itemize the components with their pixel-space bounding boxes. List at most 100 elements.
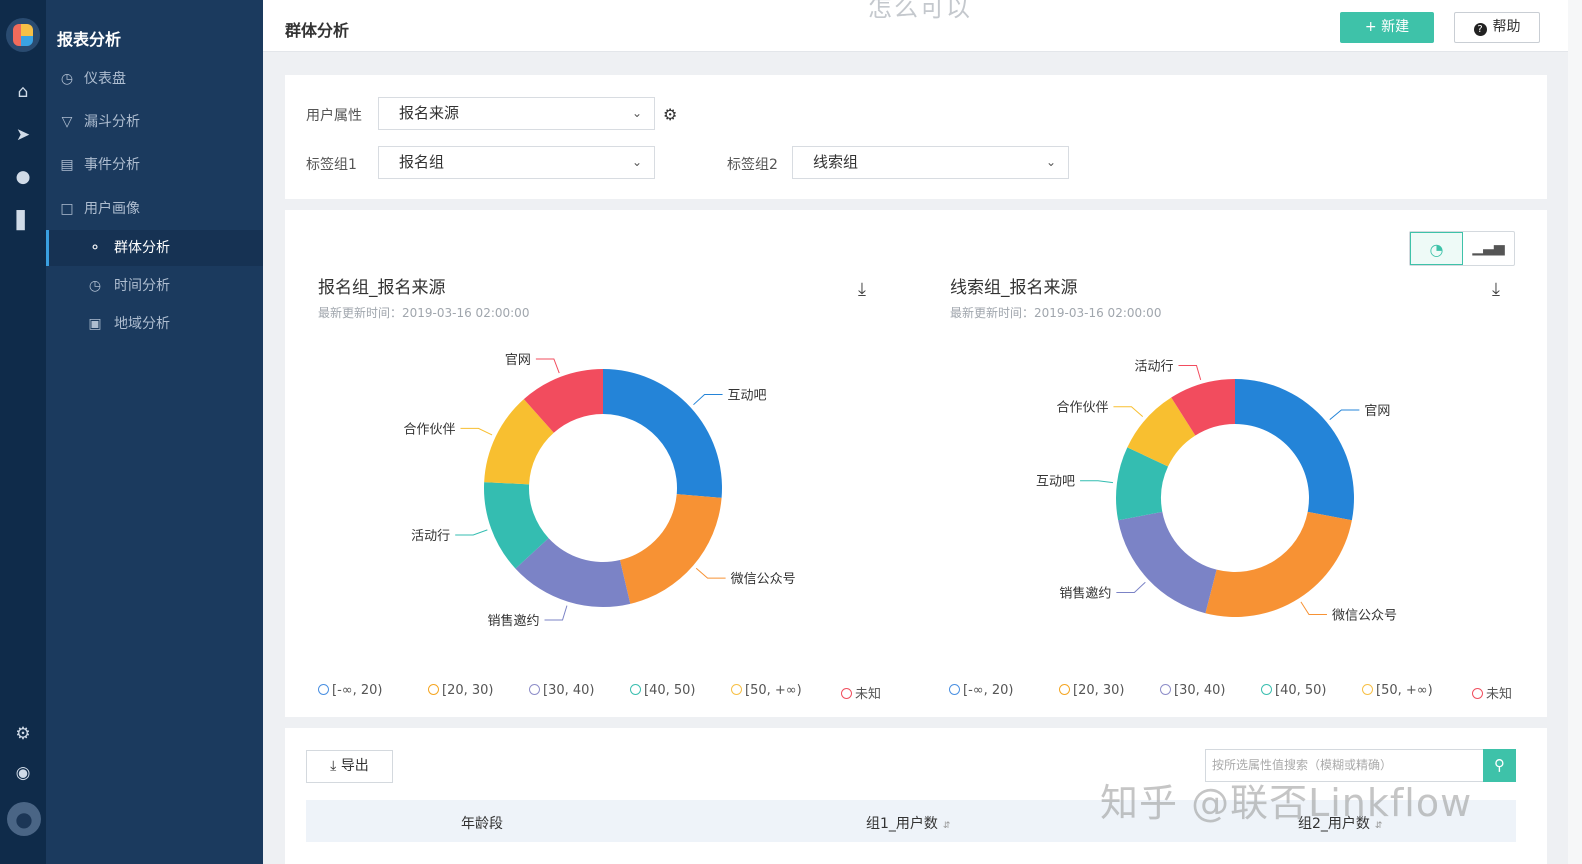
menu-item-funnel[interactable]: ▽ 漏斗分析 (46, 104, 263, 140)
export-button[interactable]: ⤓ 导出 (306, 750, 393, 783)
donut-leader-line (1329, 409, 1360, 420)
menu-item-dashboard[interactable]: ◷ 仪表盘 (46, 61, 263, 97)
menu-item-time-analysis[interactable]: ◷ 时间分析 (46, 268, 263, 304)
side-menu: 报表分析 ◷ 仪表盘 ▽ 漏斗分析 ▤ 事件分析 □ 用户画像 ⚬ 群体分析 ◷… (46, 0, 263, 864)
menu-item-group-analysis[interactable]: ⚬ 群体分析 (46, 230, 263, 266)
chevron-down-icon: ⌄ (1045, 155, 1056, 169)
legend-label: [40, 50) (644, 683, 696, 698)
legend-ring-icon (1362, 684, 1373, 695)
funnel-icon: ▽ (61, 114, 73, 130)
donut-slice-label: 合作伙伴 (1056, 401, 1108, 416)
donut-leader-line (1113, 406, 1144, 418)
donut-slice-label: 微信公众号 (1332, 609, 1397, 624)
donut-slice-销售邀约[interactable] (1118, 511, 1217, 614)
chart-panel: ◔ ▁▃▅ 报名组_报名来源 最新更新时间：2019-03-16 02:00:0… (285, 210, 1547, 717)
legend-ring-icon (949, 684, 960, 695)
donut-leader-line (1116, 581, 1146, 593)
legend-item[interactable]: [-∞, 20) (318, 683, 382, 698)
home-icon[interactable]: ⌂ (13, 82, 33, 102)
legend-ring-icon (428, 684, 439, 695)
legend-label: [20, 30) (442, 683, 494, 698)
legend-ring-icon (1261, 684, 1272, 695)
filter-panel: 用户属性 报名来源 ⌄ ⚙ 标签组1 报名组 ⌄ 标签组2 线索组 ⌄ (285, 75, 1547, 199)
folder-icon: □ (60, 201, 74, 217)
legend-ring-icon (318, 684, 329, 695)
legend-item[interactable]: 未知 (1472, 683, 1512, 702)
send-icon[interactable]: ➤ (13, 125, 33, 145)
user-attr-select[interactable]: 报名来源 ⌄ (378, 97, 655, 130)
legend-ring-icon (529, 684, 540, 695)
section-title: 报表分析 (57, 30, 122, 49)
col-age-header: 年龄段 (461, 816, 503, 832)
tag-group2-select[interactable]: 线索组 ⌄ (792, 146, 1069, 179)
legend-item[interactable]: [50, +∞) (1362, 683, 1433, 698)
help-button[interactable]: ? 帮助 (1454, 12, 1540, 43)
menu-item-event[interactable]: ▤ 事件分析 (46, 147, 263, 183)
col-group1-header[interactable]: 组1_用户数 ⇵ (866, 813, 950, 833)
legend-label: 未知 (855, 687, 882, 702)
legend-item[interactable]: [50, +∞) (731, 683, 802, 698)
bar-chart-icon[interactable]: ▋ (13, 211, 33, 231)
legend-item[interactable]: [40, 50) (630, 683, 696, 698)
search-icon[interactable]: ⚲ (1483, 749, 1516, 782)
icon-rail: ⌂ ➤ ● ▋ ⚙ ◉ ● (0, 0, 46, 864)
donut-leader-line (1300, 601, 1327, 616)
legend-item[interactable]: [20, 30) (428, 683, 494, 698)
sort-icon[interactable]: ⇵ (943, 821, 951, 831)
legend-item[interactable]: [20, 30) (1059, 683, 1125, 698)
legend-ring-icon (630, 684, 641, 695)
user-icon[interactable]: ● (13, 167, 33, 187)
legend-item[interactable]: [-∞, 20) (949, 683, 1013, 698)
legend-ring-icon (1160, 684, 1171, 695)
legend-label: [30, 40) (543, 683, 595, 698)
donut-leader-line (1178, 364, 1202, 381)
window-edge (1568, 0, 1582, 864)
settings-gear-icon[interactable]: ⚙ (13, 724, 33, 744)
chevron-down-icon: ⌄ (631, 155, 642, 169)
page-title: 群体分析 (285, 21, 350, 40)
watermark: 知乎 @联否Linkflow (1100, 781, 1473, 825)
legend-item[interactable]: [30, 40) (529, 683, 595, 698)
legend-label: [40, 50) (1275, 683, 1327, 698)
download-icon: ⤓ (330, 758, 341, 774)
user-avatar[interactable]: ● (7, 802, 41, 836)
donut-slice-微信公众号[interactable] (1205, 511, 1352, 617)
legend-item[interactable]: 未知 (841, 683, 881, 702)
donut-slice-label: 互动吧 (1036, 475, 1075, 490)
help-icon: ? (1473, 23, 1487, 36)
donut-slice-官网[interactable] (1235, 379, 1355, 521)
app-logo-icon[interactable] (6, 18, 40, 52)
donut-slice-label: 官网 (1364, 403, 1390, 419)
legend-ring-icon (1472, 688, 1483, 699)
user-attr-label: 用户属性 (306, 108, 362, 124)
donut-slice-label: 活动行 (1134, 359, 1173, 374)
group-icon: ⚬ (89, 240, 101, 256)
legend-label: [50, +∞) (745, 683, 802, 698)
legend-label: [-∞, 20) (963, 683, 1014, 698)
new-button[interactable]: + 新建 (1340, 12, 1434, 43)
top-watermark: 怎么可以 (868, 0, 972, 22)
legend-label: [-∞, 20) (332, 683, 383, 698)
tag-group1-label: 标签组1 (306, 157, 357, 173)
clock-icon: ◷ (88, 278, 102, 294)
legend-ring-icon (1059, 684, 1070, 695)
menu-item-user-profile[interactable]: □ 用户画像 (46, 191, 263, 227)
dashboard-icon: ◷ (60, 71, 74, 87)
tag-group2-label: 标签组2 (727, 157, 778, 173)
right-donut-chart: 官网微信公众号 销售邀约 互动吧 合作伙伴 活动行 (1036, 359, 1397, 624)
legend-item[interactable]: [30, 40) (1160, 683, 1226, 698)
legend-label: 未知 (1486, 687, 1513, 702)
legend-label: [20, 30) (1073, 683, 1125, 698)
legend-ring-icon (731, 684, 742, 695)
legend-ring-icon (841, 688, 852, 699)
legend-label: [30, 40) (1174, 683, 1226, 698)
legend-item[interactable]: [40, 50) (1261, 683, 1327, 698)
menu-item-region-analysis[interactable]: ▣ 地域分析 (46, 306, 263, 342)
tag-group1-select[interactable]: 报名组 ⌄ (378, 146, 655, 179)
donut-slice-label: 销售邀约 (1059, 585, 1111, 601)
attr-settings-gear-icon[interactable]: ⚙ (663, 105, 677, 124)
chat-icon[interactable]: ◉ (13, 763, 33, 783)
map-icon: ▣ (88, 316, 102, 332)
legend-label: [50, +∞) (1376, 683, 1433, 698)
donut-leader-line (1080, 480, 1114, 484)
